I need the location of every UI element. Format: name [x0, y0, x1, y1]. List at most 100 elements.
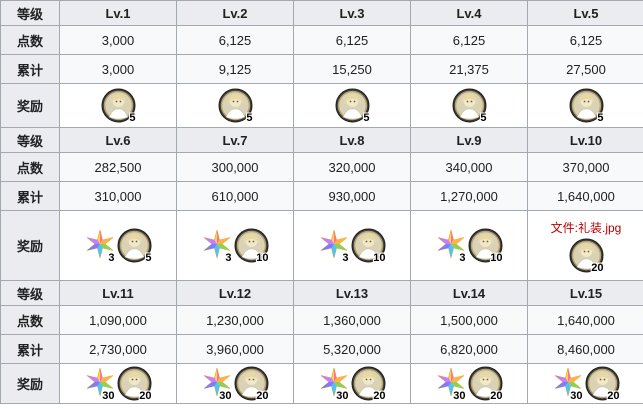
- reward-cell: 5: [293, 83, 411, 128]
- reward-icons: 30 20: [553, 366, 620, 402]
- craft-essence-count: 5: [597, 112, 604, 124]
- quartz-count: 30: [336, 389, 349, 402]
- saint-quartz-icon[interactable]: 3: [436, 229, 466, 264]
- craft-essence-icon[interactable]: 5: [569, 88, 604, 124]
- level-header: Lv.2: [176, 0, 294, 26]
- craft-essence-count: 5: [145, 252, 152, 264]
- craft-essence-icon[interactable]: 10: [234, 228, 269, 264]
- reward-cell: 文件:礼装.jpg 20: [527, 210, 643, 281]
- level-header: Lv.10: [527, 127, 643, 153]
- level-header: Lv.9: [410, 127, 528, 153]
- cumulative-cell: 21,375: [410, 54, 528, 84]
- row-label-level: 等级: [0, 127, 60, 153]
- level-header: Lv.13: [293, 280, 411, 306]
- reward-icons: 5: [569, 88, 604, 124]
- cumulative-cell: 6,820,000: [410, 334, 528, 364]
- craft-essence-icon[interactable]: 20: [117, 366, 152, 402]
- level-header: Lv.8: [293, 127, 411, 153]
- cumulative-cell: 3,960,000: [176, 334, 294, 364]
- level-header: Lv.6: [59, 127, 177, 153]
- reward-cell: 5: [410, 83, 528, 128]
- row-label-cumulative: 累计: [0, 181, 60, 211]
- quartz-count: 30: [219, 389, 232, 402]
- reward-cell: 35: [59, 210, 177, 281]
- saint-quartz-icon[interactable]: 30: [319, 367, 349, 402]
- row-label-points: 点数: [0, 305, 60, 335]
- saint-quartz-icon[interactable]: 30: [85, 367, 115, 402]
- cumulative-cell: 1,640,000: [527, 181, 643, 211]
- points-cell: 370,000: [527, 152, 643, 182]
- points-cell: 1,230,000: [176, 305, 294, 335]
- craft-essence-icon[interactable]: 5: [452, 88, 487, 124]
- craft-essence-icon[interactable]: 10: [468, 228, 503, 264]
- craft-essence-icon[interactable]: 5: [117, 228, 152, 264]
- level-header: Lv.5: [527, 0, 643, 26]
- craft-essence-icon[interactable]: 20: [585, 366, 620, 402]
- saint-quartz-icon[interactable]: 3: [202, 229, 232, 264]
- craft-essence-icon[interactable]: 20: [569, 238, 604, 274]
- reward-icons: 5: [218, 88, 253, 124]
- craft-essence-icon[interactable]: 20: [351, 366, 386, 402]
- reward-row: 奖励 30 20 30 20 30 20 30 20 30 20: [0, 363, 643, 404]
- level-header: Lv.3: [293, 0, 411, 26]
- reward-row: 奖励 3 5 3 10 3 10 3 10 文件:礼装.jpg 20: [0, 210, 643, 281]
- row-label-cumulative: 累计: [0, 54, 60, 84]
- level-header: Lv.7: [176, 127, 294, 153]
- craft-essence-count: 5: [129, 112, 136, 124]
- broken-file-link[interactable]: 文件:礼装.jpg: [551, 219, 622, 236]
- craft-essence-count: 20: [139, 390, 152, 402]
- reward-cell: 3 10: [410, 210, 528, 281]
- reward-icons: 5: [101, 88, 136, 124]
- craft-essence-icon[interactable]: 10: [351, 228, 386, 264]
- reward-cell: 5: [176, 83, 294, 128]
- craft-essence-icon[interactable]: 20: [234, 366, 269, 402]
- reward-icons: 20: [569, 238, 604, 274]
- craft-essence-count: 5: [246, 112, 253, 124]
- points-cell: 6,125: [176, 25, 294, 55]
- cumulative-cell: 8,460,000: [527, 334, 643, 364]
- cumulative-row: 累计 310,000 610,000 930,000 1,270,000 1,640,00…: [0, 181, 643, 211]
- row-label-cumulative: 累计: [0, 334, 60, 364]
- craft-essence-count: 20: [256, 390, 269, 402]
- reward-icons: 30 20: [319, 366, 386, 402]
- level-header: Lv.12: [176, 280, 294, 306]
- points-row: 点数 282,500 300,000 320,000 340,000 370,000: [0, 152, 643, 182]
- reward-cell: 30 20: [59, 363, 177, 404]
- quartz-count: 30: [453, 389, 466, 402]
- level-header: Lv.11: [59, 280, 177, 306]
- level-header: Lv.15: [527, 280, 643, 306]
- level-row: 等级 Lv.11 Lv.12 Lv.13 Lv.14 Lv.15: [0, 280, 643, 306]
- reward-icons: 3 10: [319, 228, 386, 264]
- craft-essence-icon[interactable]: 5: [101, 88, 136, 124]
- craft-essence-count: 10: [490, 252, 503, 264]
- points-cell: 1,640,000: [527, 305, 643, 335]
- saint-quartz-icon[interactable]: 30: [436, 367, 466, 402]
- craft-essence-icon[interactable]: 5: [335, 88, 370, 124]
- points-cell: 6,125: [527, 25, 643, 55]
- craft-essence-count: 20: [591, 261, 604, 274]
- reward-icons: 35: [85, 228, 152, 264]
- cumulative-cell: 610,000: [176, 181, 294, 211]
- reward-cell: 5: [527, 83, 643, 128]
- cumulative-cell: 5,320,000: [293, 334, 411, 364]
- cumulative-cell: 1,270,000: [410, 181, 528, 211]
- craft-essence-count: 5: [363, 112, 370, 124]
- reward-cell: 5: [59, 83, 177, 128]
- quartz-count: 30: [570, 389, 583, 402]
- saint-quartz-icon[interactable]: 30: [202, 367, 232, 402]
- points-row: 点数 1,090,000 1,230,000 1,360,000 1,500,000 1,…: [0, 305, 643, 335]
- points-cell: 1,090,000: [59, 305, 177, 335]
- saint-quartz-icon[interactable]: 3: [319, 229, 349, 264]
- saint-quartz-icon[interactable]: 30: [553, 367, 583, 402]
- craft-essence-count: 20: [490, 390, 503, 402]
- cumulative-cell: 15,250: [293, 54, 411, 84]
- reward-icons: 30 20: [202, 366, 269, 402]
- cumulative-cell: 9,125: [176, 54, 294, 84]
- cumulative-cell: 3,000: [59, 54, 177, 84]
- craft-essence-icon[interactable]: 20: [468, 366, 503, 402]
- reward-table: 等级 Lv.1 Lv.2 Lv.3 Lv.4 Lv.5 点数 3,000 6,125 6,125 6…: [0, 0, 643, 404]
- saint-quartz-icon[interactable]: 3: [85, 229, 115, 264]
- points-cell: 282,500: [59, 152, 177, 182]
- craft-essence-icon[interactable]: 5: [218, 88, 253, 124]
- reward-icons: 5: [452, 88, 487, 124]
